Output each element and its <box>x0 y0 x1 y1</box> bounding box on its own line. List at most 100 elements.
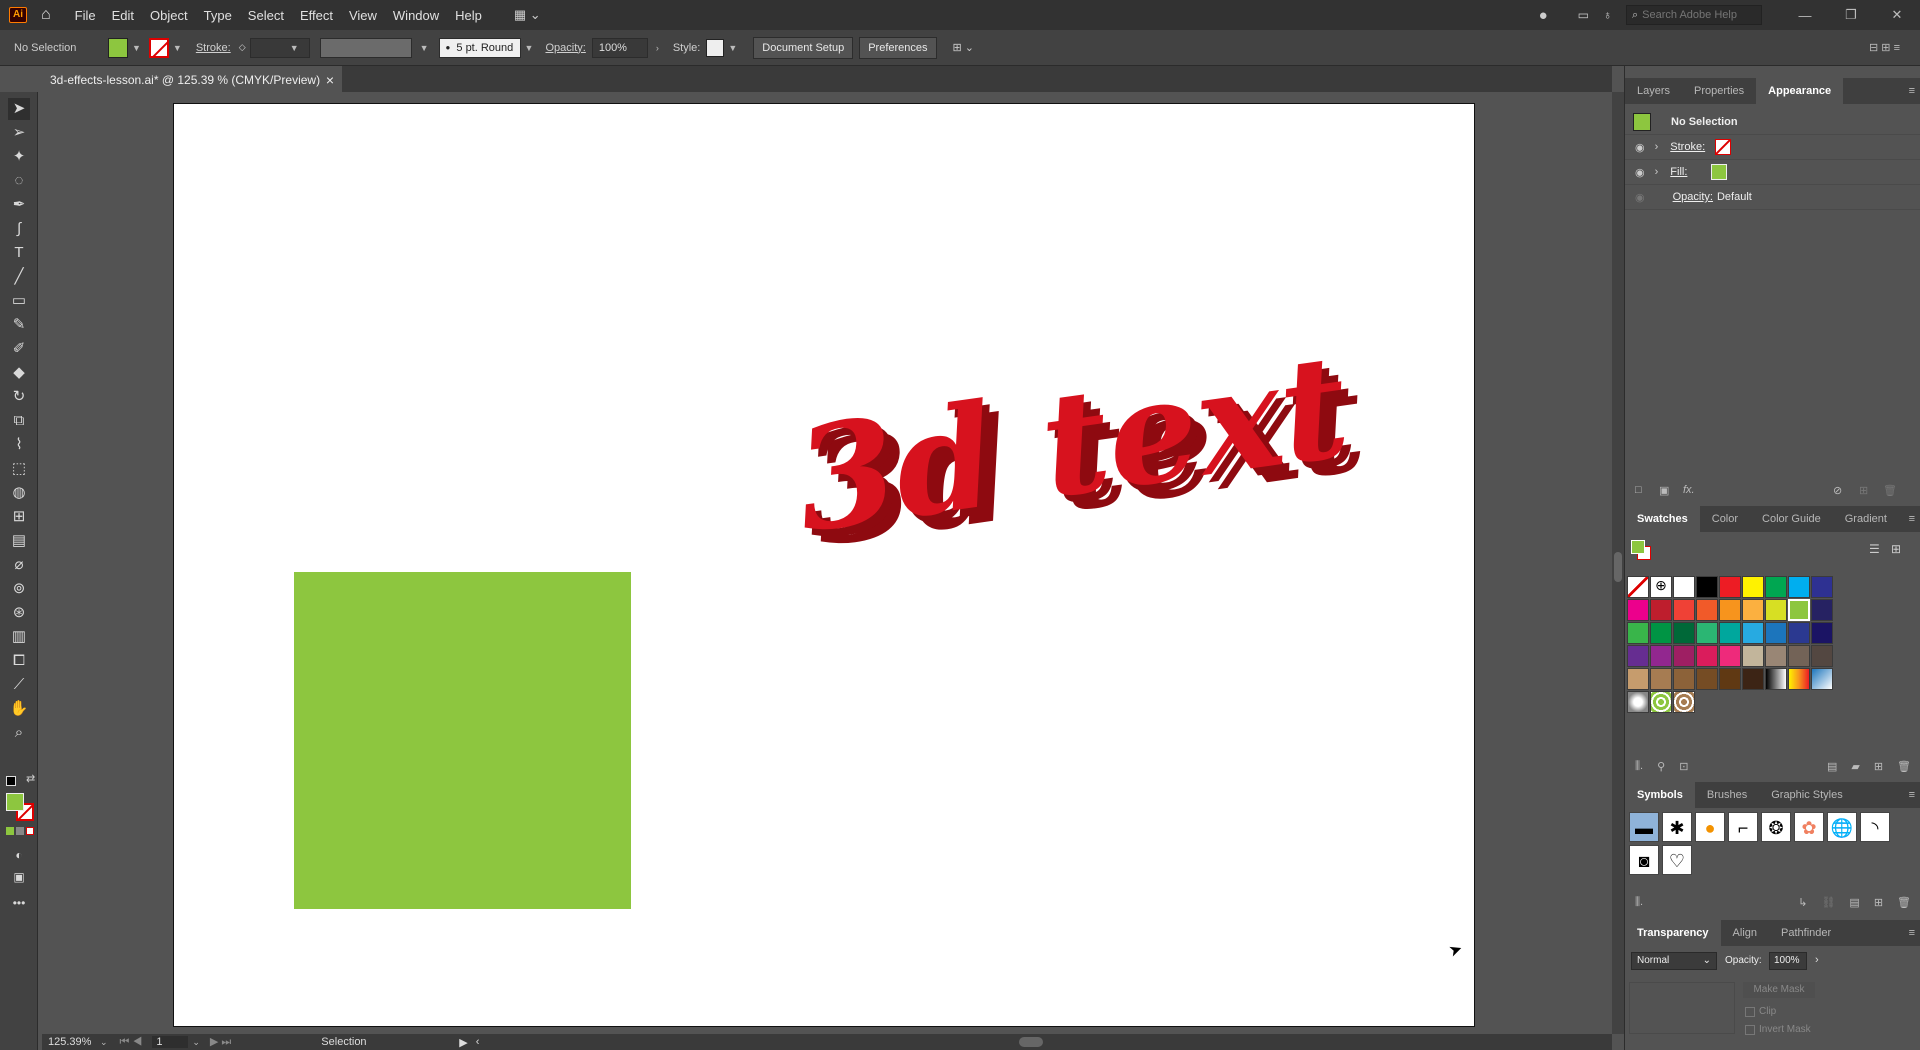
color-swatch[interactable] <box>1719 599 1741 621</box>
color-swatch[interactable] <box>1811 668 1833 690</box>
color-swatch[interactable] <box>1719 668 1741 690</box>
color-swatch[interactable] <box>1673 576 1695 598</box>
new-fill-icon[interactable]: ▣ <box>1659 484 1669 497</box>
color-swatch[interactable] <box>1696 668 1718 690</box>
color-swatch[interactable] <box>1811 576 1833 598</box>
artboard-number[interactable]: 1 <box>152 1036 189 1048</box>
appearance-fill-row[interactable]: ◉ › Fill: <box>1625 160 1920 185</box>
fill-swatch-small[interactable] <box>1711 164 1728 180</box>
eye-icon[interactable]: ◉ <box>1635 166 1645 179</box>
symbol-heart[interactable]: ♡ <box>1662 845 1692 875</box>
fx-icon[interactable]: fx. <box>1683 484 1695 496</box>
color-swatch[interactable] <box>1696 599 1718 621</box>
color-swatch[interactable] <box>1811 645 1833 667</box>
color-swatch[interactable] <box>1650 599 1672 621</box>
symbol-rss[interactable]: ◝ <box>1860 812 1890 842</box>
color-swatch[interactable] <box>1788 668 1810 690</box>
direct-selection-tool-icon[interactable]: ➢ <box>8 122 30 144</box>
artboard-nav-last-icon[interactable]: ▶ ⏭ <box>210 1035 231 1049</box>
eye-icon[interactable]: ◉ <box>1635 191 1645 204</box>
invert-mask-checkbox[interactable]: Invert Mask <box>1745 1024 1811 1035</box>
symbol-splatter[interactable]: ✱ <box>1662 812 1692 842</box>
color-swatch[interactable] <box>1719 645 1741 667</box>
current-tool-status[interactable]: Selection <box>321 1036 441 1048</box>
color-swatch[interactable] <box>1673 645 1695 667</box>
paintbrush-tool-icon[interactable]: ✎ <box>8 314 30 336</box>
appearance-opacity-label[interactable]: Opacity: <box>1673 191 1713 203</box>
zoom-tool-icon[interactable]: ⌕ <box>8 722 30 744</box>
appearance-fill-label[interactable]: Fill: <box>1670 166 1687 178</box>
minimize-icon[interactable]: — <box>1782 8 1828 23</box>
zoom-level[interactable]: 125.39% <box>48 1036 96 1048</box>
search-box[interactable]: ⌕ <box>1626 5 1762 25</box>
new-color-group-icon[interactable]: ▤ <box>1827 760 1837 773</box>
make-mask-button[interactable]: Make Mask <box>1743 982 1815 998</box>
chevron-right-icon[interactable]: › <box>1655 141 1659 153</box>
type-tool-icon[interactable]: T <box>8 242 30 264</box>
vertical-scrollbar[interactable] <box>1612 92 1624 1034</box>
lasso-tool-icon[interactable]: ◌ <box>8 170 30 192</box>
more-tools-icon[interactable]: ••• <box>8 892 30 914</box>
shaper-tool-icon[interactable]: ✐ <box>8 338 30 360</box>
line-tool-icon[interactable]: ╱ <box>8 266 30 288</box>
new-symbol-icon[interactable]: ⊞ <box>1874 896 1883 909</box>
clear-appearance-icon[interactable]: ⊘ <box>1833 484 1842 497</box>
swatch-libraries-icon[interactable]: ⫼. <box>1635 760 1643 773</box>
swatch-kind-icon[interactable]: ⚲ <box>1657 760 1665 773</box>
tab-pathfinder[interactable]: Pathfinder <box>1769 920 1843 946</box>
color-swatch[interactable] <box>1788 576 1810 598</box>
shape-builder-tool-icon[interactable]: ◍ <box>8 482 30 504</box>
menu-help[interactable]: Help <box>447 8 490 23</box>
menu-edit[interactable]: Edit <box>104 8 142 23</box>
color-swatch[interactable] <box>1742 645 1764 667</box>
symbol-grunge[interactable]: ⌐ <box>1728 812 1758 842</box>
color-swatch[interactable] <box>1673 691 1695 713</box>
curvature-tool-icon[interactable]: ∫ <box>8 218 30 240</box>
color-swatch[interactable] <box>1765 599 1787 621</box>
chevron-right-icon[interactable]: › <box>656 43 659 53</box>
eyedropper-tool-icon[interactable]: ⌀ <box>8 554 30 576</box>
workspace-switcher-icon[interactable]: ▦ ⌄ <box>514 7 541 23</box>
color-swatch[interactable] <box>1650 691 1672 713</box>
color-swatch[interactable] <box>1627 691 1649 713</box>
color-swatch[interactable] <box>1811 599 1833 621</box>
list-view-icon[interactable]: ☰ <box>1869 542 1880 556</box>
grid-view-icon[interactable]: ⊞ <box>1891 542 1901 556</box>
color-swatch[interactable] <box>1742 599 1764 621</box>
eye-icon[interactable]: ◉ <box>1635 141 1645 154</box>
graphic-style-swatch[interactable] <box>706 38 725 57</box>
fill-color-box[interactable] <box>6 793 24 811</box>
hand-tool-icon[interactable]: ✋ <box>8 698 30 720</box>
slice-tool-icon[interactable]: ⟋ <box>8 674 30 696</box>
color-swatch[interactable] <box>1765 622 1787 644</box>
color-mode-icons[interactable] <box>6 827 34 835</box>
appearance-stroke-row[interactable]: ◉ › Stroke: <box>1625 135 1920 160</box>
3d-text-artwork[interactable]: 3d text 3d text 3d text <box>780 340 1400 560</box>
color-swatch[interactable] <box>1650 622 1672 644</box>
chevron-down-icon[interactable]: ▼ <box>132 43 141 53</box>
chevron-down-icon[interactable]: ⌄ <box>192 1037 200 1048</box>
fill-swatch[interactable] <box>108 37 128 58</box>
stroke-stepper[interactable]: ◇ <box>239 42 246 53</box>
delete-item-icon[interactable]: 🗑 <box>1883 484 1897 497</box>
color-swatch[interactable] <box>1788 622 1810 644</box>
opacity-field[interactable]: 100% <box>591 37 648 58</box>
swatch-options-icon[interactable]: ⊡ <box>1679 760 1688 773</box>
menu-window[interactable]: Window <box>385 8 447 23</box>
delete-swatch-icon[interactable]: 🗑 <box>1897 760 1911 773</box>
width-tool-icon[interactable]: ⌇ <box>8 434 30 456</box>
restore-icon[interactable]: ❐ <box>1828 7 1874 23</box>
chevron-right-icon[interactable]: › <box>1655 166 1659 178</box>
draw-mode-icon[interactable]: ◐ <box>8 844 30 866</box>
variable-width-profile[interactable] <box>319 37 412 58</box>
scroll-thumb[interactable] <box>1614 552 1622 582</box>
delete-symbol-icon[interactable]: 🗑 <box>1897 896 1911 909</box>
arrange-docs-icon[interactable]: ▭ <box>1578 8 1589 22</box>
tab-color[interactable]: Color <box>1700 506 1750 532</box>
place-symbol-icon[interactable]: ↳ <box>1798 896 1807 909</box>
menu-type[interactable]: Type <box>196 8 240 23</box>
tab-gradient[interactable]: Gradient <box>1833 506 1899 532</box>
rectangle-tool-icon[interactable]: ▭ <box>8 290 30 312</box>
tab-swatches[interactable]: Swatches <box>1625 506 1700 532</box>
preferences-button[interactable]: Preferences <box>859 36 937 59</box>
